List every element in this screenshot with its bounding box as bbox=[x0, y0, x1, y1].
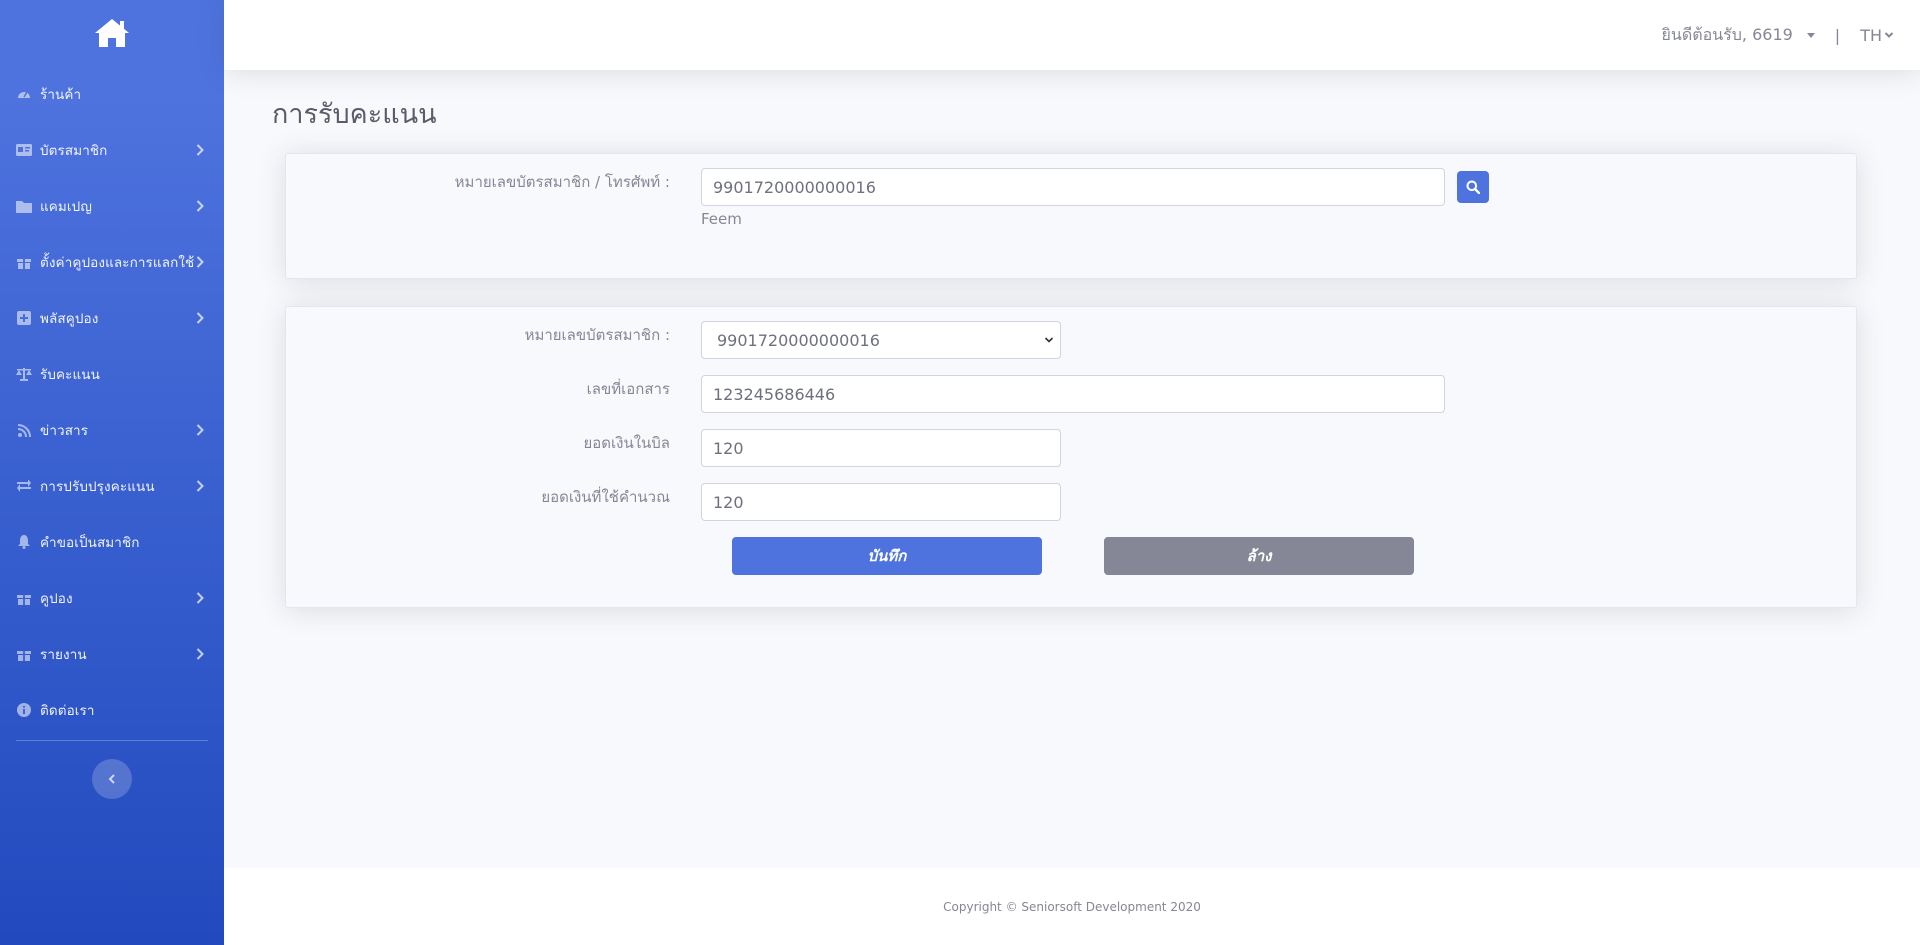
sidebar: ร้านค้า บัตรสมาชิก แคมเปญ ตั้งค่าคูปองแล… bbox=[0, 0, 224, 945]
sidebar-item-label: รายงาน bbox=[40, 647, 87, 663]
info-circle-icon bbox=[16, 702, 32, 718]
chevron-down-icon bbox=[1044, 337, 1054, 343]
sidebar-brand[interactable] bbox=[0, 0, 224, 66]
chevron-right-icon bbox=[196, 592, 204, 604]
sidebar-item-label: ข่าวสาร bbox=[40, 423, 89, 439]
chevron-right-icon bbox=[196, 256, 204, 268]
sidebar-item-label: พลัสคูปอง bbox=[40, 311, 99, 327]
folder-icon bbox=[16, 198, 32, 214]
page-title: การรับคะแนน bbox=[272, 99, 437, 130]
sidebar-divider bbox=[16, 740, 208, 741]
welcome-text: ยินดีต้อนรับ, 6619 bbox=[1661, 24, 1793, 44]
sidebar-item-label: แคมเปญ bbox=[40, 199, 92, 215]
user-menu-dropdown[interactable]: ยินดีต้อนรับ, 6619 bbox=[1662, 23, 1815, 48]
home-icon bbox=[95, 19, 129, 47]
id-card-icon bbox=[16, 142, 32, 158]
member-search-value: 9901720000000016 bbox=[713, 177, 876, 197]
sidebar-item-label: ร้านค้า bbox=[40, 87, 82, 103]
bill-amount-value: 120 bbox=[713, 438, 744, 458]
sidebar-item-label: คำขอเป็นสมาชิก bbox=[40, 535, 140, 551]
sidebar-item-points-adjustment[interactable]: การปรับปรุงคะแนน bbox=[0, 458, 224, 514]
chevron-right-icon bbox=[196, 424, 204, 436]
calc-amount-input[interactable]: 120 bbox=[701, 483, 1061, 521]
sidebar-item-store[interactable]: ร้านค้า bbox=[0, 66, 224, 122]
chevron-right-icon bbox=[196, 312, 204, 324]
sidebar-item-receive-points[interactable]: รับคะแนน bbox=[0, 346, 224, 402]
chevron-right-icon bbox=[196, 144, 204, 156]
gift-icon bbox=[16, 646, 32, 662]
caret-down-icon bbox=[1806, 32, 1815, 38]
bill-amount-input[interactable]: 120 bbox=[701, 429, 1061, 467]
document-number-label: เลขที่เอกสาร bbox=[586, 380, 670, 398]
sidebar-item-label: บัตรสมาชิก bbox=[40, 143, 108, 159]
save-button[interactable]: บันทึก bbox=[732, 537, 1042, 575]
exchange-icon bbox=[16, 478, 32, 494]
search-icon bbox=[1466, 180, 1480, 194]
card-number-label: หมายเลขบัตรสมาชิก : bbox=[524, 326, 670, 344]
footer: Copyright © Seniorsoft Development 2020 bbox=[224, 868, 1920, 945]
search-button[interactable] bbox=[1457, 171, 1489, 203]
sidebar-item-plus-coupon[interactable]: พลัสคูปอง bbox=[0, 290, 224, 346]
member-name: Feem bbox=[701, 210, 742, 228]
sidebar-toggle-button[interactable] bbox=[92, 759, 132, 799]
sidebar-nav: ร้านค้า บัตรสมาชิก แคมเปญ ตั้งค่าคูปองแล… bbox=[0, 66, 224, 738]
chevron-down-icon bbox=[1884, 32, 1894, 38]
main-content: การรับคะแนน หมายเลขบัตรสมาชิก / โทรศัพท์… bbox=[224, 70, 1920, 868]
search-label: หมายเลขบัตรสมาชิก / โทรศัพท์ : bbox=[454, 173, 670, 191]
bell-icon bbox=[16, 534, 32, 550]
balance-scale-icon bbox=[16, 366, 32, 382]
sidebar-item-campaign[interactable]: แคมเปญ bbox=[0, 178, 224, 234]
rss-icon bbox=[16, 422, 32, 438]
member-search-input[interactable]: 9901720000000016 bbox=[701, 168, 1445, 206]
language-dropdown[interactable]: TH bbox=[1860, 26, 1894, 45]
document-number-input[interactable]: 123245686446 bbox=[701, 375, 1445, 413]
sidebar-item-coupon-settings[interactable]: ตั้งค่าคูปองและการแลกใช้ bbox=[0, 234, 224, 290]
sidebar-item-news[interactable]: ข่าวสาร bbox=[0, 402, 224, 458]
card-number-select[interactable]: 9901720000000016 bbox=[701, 321, 1061, 359]
calc-amount-label: ยอดเงินที่ใช้คำนวณ bbox=[541, 488, 670, 506]
sidebar-item-membership-requests[interactable]: คำขอเป็นสมาชิก bbox=[0, 514, 224, 570]
bill-amount-label: ยอดเงินในบิล bbox=[583, 434, 670, 452]
copyright-text: Copyright © Seniorsoft Development 2020 bbox=[943, 899, 1201, 914]
chevron-right-icon bbox=[196, 648, 204, 660]
sidebar-item-coupon[interactable]: คูปอง bbox=[0, 570, 224, 626]
sidebar-item-contact[interactable]: ติดต่อเรา bbox=[0, 682, 224, 738]
language-label: TH bbox=[1860, 25, 1882, 45]
clear-button[interactable]: ล้าง bbox=[1104, 537, 1414, 575]
topbar: ยินดีต้อนรับ, 6619 | TH bbox=[224, 0, 1920, 70]
sidebar-item-report[interactable]: รายงาน bbox=[0, 626, 224, 682]
sidebar-item-member-card[interactable]: บัตรสมาชิก bbox=[0, 122, 224, 178]
plus-square-icon bbox=[16, 310, 32, 326]
sidebar-item-label: การปรับปรุงคะแนน bbox=[40, 479, 155, 495]
sidebar-item-label: รับคะแนน bbox=[40, 367, 100, 383]
tachometer-icon bbox=[16, 86, 32, 102]
card-number-selected: 9901720000000016 bbox=[717, 330, 880, 350]
sidebar-item-label: ติดต่อเรา bbox=[40, 703, 95, 719]
search-card: หมายเลขบัตรสมาชิก / โทรศัพท์ : 990172000… bbox=[285, 153, 1857, 279]
gift-icon bbox=[16, 590, 32, 606]
document-number-value: 123245686446 bbox=[713, 384, 836, 404]
calc-amount-value: 120 bbox=[713, 492, 744, 512]
chevron-right-icon bbox=[196, 480, 204, 492]
gift-icon bbox=[16, 254, 32, 270]
chevron-left-icon bbox=[108, 774, 115, 784]
sidebar-item-label: ตั้งค่าคูปองและการแลกใช้ bbox=[40, 255, 195, 271]
chevron-right-icon bbox=[196, 200, 204, 212]
topbar-separator: | bbox=[1834, 25, 1841, 45]
sidebar-item-label: คูปอง bbox=[40, 591, 73, 607]
points-form-card: หมายเลขบัตรสมาชิก : 9901720000000016 เลข… bbox=[285, 306, 1857, 608]
